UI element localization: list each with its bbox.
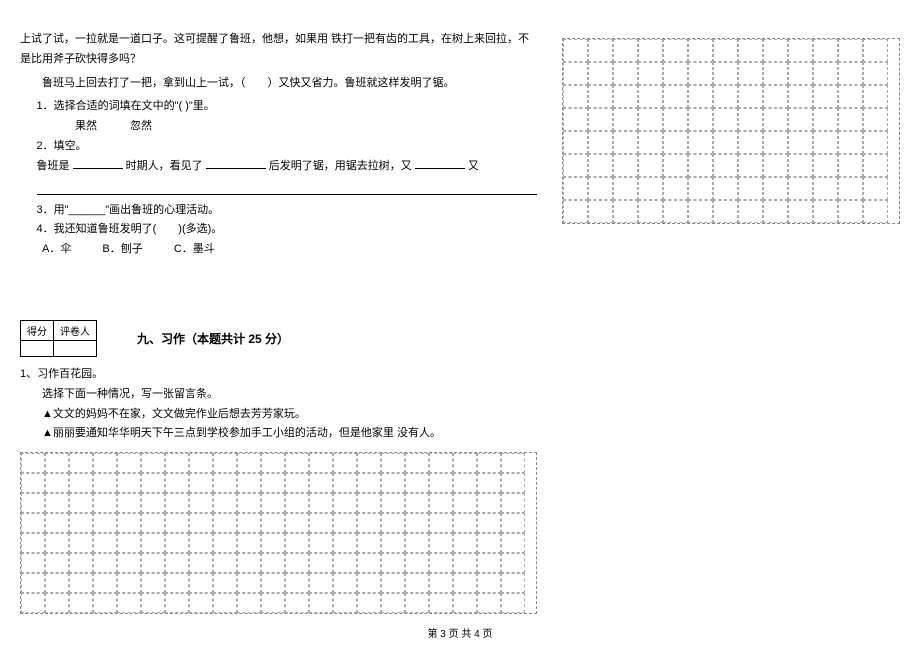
question-1-options: 果然 忽然 (20, 117, 537, 137)
score-cell-1[interactable] (21, 340, 54, 356)
right-column (562, 30, 900, 614)
score-table: 得分 评卷人 (20, 320, 97, 357)
writing-grid-right[interactable] (562, 38, 900, 224)
score-header-1: 得分 (21, 320, 54, 340)
q2-text-d: 又 (468, 160, 479, 172)
section-9-title: 九、习作（本题共计 25 分） (137, 330, 537, 347)
blank-line-row[interactable] (37, 179, 537, 195)
left-column: 上试了试，一拉就是一道口子。这可提醒了鲁班，他想，如果用 铁打一把有齿的工具，在… (20, 30, 537, 614)
option-b[interactable]: B．刨子 (102, 243, 142, 255)
writing-grid-left[interactable] (20, 452, 537, 614)
xizuo-line-1: 1、习作百花园。 (20, 365, 537, 385)
option-a[interactable]: A．伞 (42, 243, 71, 255)
blank-1[interactable] (73, 157, 123, 169)
question-3-label: 3．用"______"画出鲁班的心理活动。 (20, 201, 537, 221)
option-c[interactable]: C．墨斗 (174, 243, 215, 255)
question-1-label: 1．选择合适的词填在文中的"( )"里。 (20, 97, 537, 117)
xizuo-line-2: 选择下面一种情况，写一张留言条。 (20, 385, 537, 405)
blank-2[interactable] (206, 157, 266, 169)
q2-text-a: 鲁班是 (37, 160, 70, 172)
xizuo-line-4: ▲丽丽要通知华华明天下午三点到学校参加手工小组的活动，但是他家里 没有人。 (20, 424, 537, 444)
page-footer: 第 3 页 共 4 页 (0, 625, 920, 640)
question-2-label: 2．填空。 (20, 137, 537, 157)
question-2-fill: 鲁班是 时期人，看见了 后发明了锯，用锯去拉树，又 又 (20, 157, 537, 177)
question-4-options: A．伞 B．刨子 C．墨斗 (20, 240, 537, 260)
score-cell-2[interactable] (54, 340, 97, 356)
blank-3[interactable] (415, 157, 465, 169)
passage-line-2: 鲁班马上回去打了一把，拿到山上一试，（ ）又快又省力。鲁班就这样发明了锯。 (20, 74, 537, 94)
passage-line-1: 上试了试，一拉就是一道口子。这可提醒了鲁班，他想，如果用 铁打一把有齿的工具，在… (20, 30, 537, 70)
score-header-2: 评卷人 (54, 320, 97, 340)
question-4-label: 4．我还知道鲁班发明了( )(多选)。 (20, 220, 537, 240)
xizuo-line-3: ▲文文的妈妈不在家，文文做完作业后想去芳芳家玩。 (20, 405, 537, 425)
q2-text-c: 后发明了锯，用锯去拉树，又 (269, 160, 412, 172)
q2-text-b: 时期人，看见了 (126, 160, 203, 172)
